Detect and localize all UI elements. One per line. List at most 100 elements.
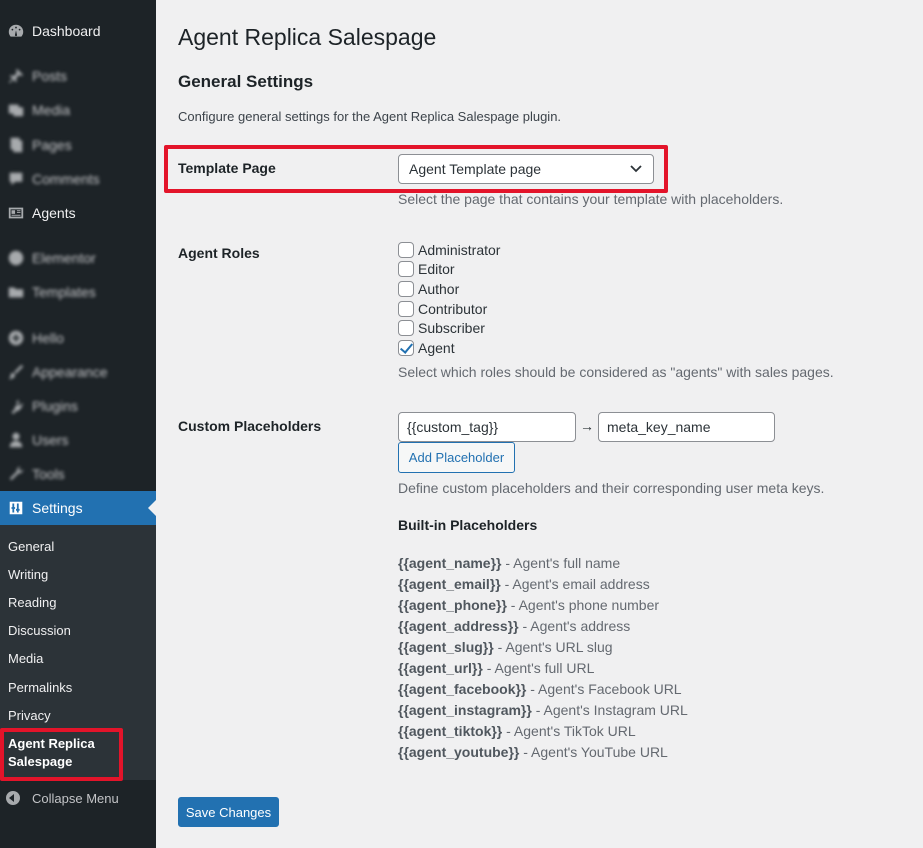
placeholder-desc: - Agent's email address [500, 576, 650, 592]
sidebar-item-hello[interactable]: Hello [0, 321, 156, 355]
plugin-icon [6, 396, 26, 416]
section-title: General Settings [178, 72, 314, 91]
collapse-arrow-icon [6, 791, 20, 805]
id-card-icon [6, 203, 26, 223]
collapse-menu-button[interactable]: Collapse Menu [0, 788, 156, 808]
placeholder-tag: {{agent_phone}} [398, 597, 507, 613]
sidebar-item-tools[interactable]: Tools [0, 457, 156, 491]
placeholder-desc: - Agent's YouTube URL [519, 744, 668, 760]
checkbox[interactable] [398, 301, 414, 317]
brush-icon [6, 362, 26, 382]
sidebar-item-posts[interactable]: Posts [0, 59, 156, 93]
section-description: Configure general settings for the Agent… [178, 109, 562, 124]
role-checkbox-editor[interactable]: Editor [398, 260, 455, 278]
builtin-placeholder-item: {{agent_address}} - Agent's address [398, 618, 630, 634]
page-title: Agent Replica Salespage [178, 24, 437, 50]
submenu-item-discussion[interactable]: Discussion [8, 623, 71, 638]
sidebar-item-agents[interactable]: Agents [0, 196, 156, 230]
meta-key-input[interactable]: meta_key_name [598, 412, 775, 442]
submenu-item-reading[interactable]: Reading [8, 595, 56, 610]
add-placeholder-button[interactable]: Add Placeholder [398, 442, 515, 473]
sidebar-item-label: Posts [32, 68, 68, 84]
checkbox-checked[interactable] [398, 340, 414, 356]
folder-icon [6, 282, 26, 302]
sidebar-item-label: Appearance [32, 364, 108, 380]
sidebar-item-label: Plugins [32, 398, 78, 414]
settings-icon [6, 498, 26, 518]
placeholder-desc: - Agent's full name [501, 555, 621, 571]
placeholder-tag: {{agent_url}} [398, 660, 483, 676]
role-label: Subscriber [418, 320, 485, 336]
sidebar-item-label: Hello [32, 330, 64, 346]
plus-circle-icon [6, 328, 26, 348]
checkbox[interactable] [398, 242, 414, 258]
comments-icon [6, 169, 26, 189]
user-icon [6, 430, 26, 450]
template-page-help: Select the page that contains your templ… [398, 191, 784, 207]
role-checkbox-contributor[interactable]: Contributor [398, 300, 487, 318]
checkbox[interactable] [398, 261, 414, 277]
sidebar-item-templates[interactable]: Templates [0, 275, 156, 309]
sidebar-item-label: Elementor [32, 250, 96, 266]
sidebar-item-pages[interactable]: Pages [0, 128, 156, 162]
role-checkbox-agent[interactable]: Agent [398, 339, 455, 357]
builtin-placeholder-item: {{agent_url}} - Agent's full URL [398, 660, 594, 676]
sidebar-item-plugins[interactable]: Plugins [0, 389, 156, 423]
template-page-select[interactable]: Agent Template page [398, 154, 654, 184]
pages-icon [6, 135, 26, 155]
role-checkbox-administrator[interactable]: Administrator [398, 241, 500, 259]
sidebar-item-media[interactable]: Media [0, 93, 156, 127]
agent-roles-label: Agent Roles [178, 245, 260, 261]
admin-sidebar: Dashboard Posts Media Pages Comments Age… [0, 0, 156, 848]
placeholder-tag: {{agent_name}} [398, 555, 502, 571]
placeholder-desc: - Agent's address [518, 618, 631, 634]
custom-tag-input[interactable]: {{custom_tag}} [398, 412, 576, 442]
placeholder-tag: {{agent_instagram}} [398, 702, 532, 718]
sidebar-item-label: Settings [32, 500, 83, 516]
sidebar-item-settings[interactable]: Settings [0, 491, 156, 525]
agent-roles-help: Select which roles should be considered … [398, 364, 834, 380]
save-changes-button[interactable]: Save Changes [178, 797, 279, 827]
wrench-icon [6, 464, 26, 484]
builtin-placeholder-item: {{agent_name}} - Agent's full name [398, 555, 620, 571]
submenu-item-general[interactable]: General [8, 539, 54, 554]
collapse-menu-label: Collapse Menu [32, 790, 119, 806]
sidebar-item-label: Templates [32, 284, 96, 300]
builtin-placeholder-item: {{agent_email}} - Agent's email address [398, 576, 650, 592]
placeholder-tag: {{agent_slug}} [398, 639, 494, 655]
submenu-item-privacy[interactable]: Privacy [8, 708, 51, 723]
role-checkbox-author[interactable]: Author [398, 280, 459, 298]
placeholder-tag: {{agent_tiktok}} [398, 723, 503, 739]
submenu-item-writing[interactable]: Writing [8, 567, 48, 582]
placeholder-tag: {{agent_address}} [398, 618, 519, 634]
role-label: Administrator [418, 242, 501, 258]
sidebar-item-label: Dashboard [32, 23, 101, 39]
sidebar-item-label: Users [32, 432, 69, 448]
builtin-placeholder-item: {{agent_phone}} - Agent's phone number [398, 597, 659, 613]
elementor-icon [6, 248, 26, 268]
template-page-selected-value: Agent Template page [409, 161, 542, 177]
submenu-item-permalinks[interactable]: Permalinks [8, 680, 72, 695]
builtin-placeholder-item: {{agent_facebook}} - Agent's Facebook UR… [398, 681, 682, 697]
sidebar-item-dashboard[interactable]: Dashboard [0, 14, 156, 48]
template-page-label: Template Page [178, 160, 276, 176]
custom-placeholders-help: Define custom placeholders and their cor… [398, 480, 825, 496]
sidebar-item-label: Agents [32, 205, 76, 221]
sidebar-item-appearance[interactable]: Appearance [0, 355, 156, 389]
submenu-item-media[interactable]: Media [8, 651, 43, 666]
role-checkbox-subscriber[interactable]: Subscriber [398, 319, 485, 337]
placeholder-tag: {{agent_youtube}} [398, 744, 520, 760]
sidebar-item-label: Pages [32, 137, 72, 153]
sidebar-item-users[interactable]: Users [0, 423, 156, 457]
checkbox[interactable] [398, 281, 414, 297]
placeholder-desc: - Agent's Facebook URL [526, 681, 682, 697]
placeholder-desc: - Agent's URL slug [493, 639, 613, 655]
builtin-placeholder-item: {{agent_youtube}} - Agent's YouTube URL [398, 744, 668, 760]
role-label: Editor [418, 261, 455, 277]
custom-placeholders-label: Custom Placeholders [178, 418, 322, 434]
sidebar-item-comments[interactable]: Comments [0, 162, 156, 196]
role-label: Contributor [418, 301, 488, 317]
checkbox[interactable] [398, 320, 414, 336]
sidebar-item-elementor[interactable]: Elementor [0, 241, 156, 275]
builtin-placeholder-item: {{agent_instagram}} - Agent's Instagram … [398, 702, 688, 718]
